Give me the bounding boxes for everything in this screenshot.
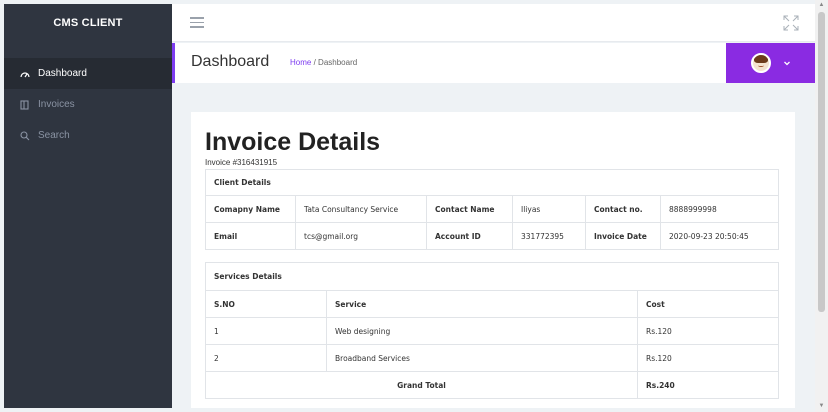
hamburger-icon[interactable] [190,17,204,28]
contact-name-value: Iliyas [512,195,586,223]
service-sno: 2 [205,344,327,372]
company-name-value: Tata Consultancy Service [295,195,427,223]
column-header-sno: S.NO [205,290,327,318]
contact-no-label: Contact no. [585,195,661,223]
scrollbar-thumb[interactable] [818,12,825,312]
sidebar-nav: Dashboard Invoices Search [4,58,172,151]
topbar [172,4,815,42]
scroll-down-arrow-icon[interactable]: ▼ [818,403,825,410]
breadcrumb-home-link[interactable]: Home [290,58,311,67]
invoice-card: Invoice Details Invoice #316431915 Clien… [191,112,795,408]
user-menu-button[interactable] [726,43,815,83]
dashboard-gauge-icon [20,70,34,78]
page-title: Dashboard [191,53,270,70]
scroll-up-arrow-icon[interactable]: ▲ [818,2,825,9]
grand-total-label: Grand Total [205,371,638,399]
company-name-label: Comapny Name [205,195,296,223]
sidebar-item-label: Dashboard [38,68,87,79]
column-header-cost: Cost [637,290,779,318]
breadcrumb: Home / Dashboard [290,58,357,67]
contact-no-value: 8888999998 [660,195,779,223]
service-sno: 1 [205,317,327,345]
table-row: 2 Broadband Services Rs.120 [205,344,779,372]
invoice-date-value: 2020-09-23 20:50:45 [660,222,779,250]
email-label: Email [205,222,296,250]
expand-icon[interactable] [783,15,799,31]
brand-logo: CMS CLIENT [53,17,123,29]
sidebar-item-search[interactable]: Search [4,120,172,151]
invoice-icon [20,99,34,110]
table-row: Email tcs@gmail.org Account ID 331772395… [205,222,779,250]
table-row: 1 Web designing Rs.120 [205,317,779,345]
column-header-service: Service [326,290,638,318]
sidebar-item-label: Invoices [38,99,75,110]
vertical-scrollbar[interactable]: ▲ ▼ [815,0,828,412]
services-details-table: Services Details S.NO Service Cost 1 Web… [205,262,779,399]
service-cost: Rs.120 [637,344,779,372]
table-row: S.NO Service Cost [205,290,779,318]
services-details-heading: Services Details [205,262,779,291]
page-header: Dashboard Home / Dashboard [172,43,815,83]
client-details-heading: Client Details [205,169,779,196]
table-row: Grand Total Rs.240 [205,371,779,399]
invoice-title: Invoice Details [205,128,381,156]
sidebar-item-dashboard[interactable]: Dashboard [4,58,172,89]
service-name: Web designing [326,317,638,345]
client-details-table: Client Details Comapny Name Tata Consult… [205,169,779,250]
email-value: tcs@gmail.org [295,222,427,250]
search-icon [20,130,34,141]
breadcrumb-separator: / [313,58,316,67]
sidebar-item-invoices[interactable]: Invoices [4,89,172,120]
sidebar-item-label: Search [38,130,70,141]
service-cost: Rs.120 [637,317,779,345]
invoice-number: Invoice #316431915 [205,158,278,167]
invoice-date-label: Invoice Date [585,222,661,250]
sidebar: CMS CLIENT Dashboard Invoices Search [4,4,172,408]
chevron-down-icon [783,61,790,66]
account-id-value: 331772395 [512,222,586,250]
avatar [750,53,771,73]
service-name: Broadband Services [326,344,638,372]
account-id-label: Account ID [426,222,513,250]
contact-name-label: Contact Name [426,195,513,223]
grand-total-value: Rs.240 [637,371,779,399]
table-row: Comapny Name Tata Consultancy Service Co… [205,195,779,223]
breadcrumb-current: Dashboard [318,58,358,67]
